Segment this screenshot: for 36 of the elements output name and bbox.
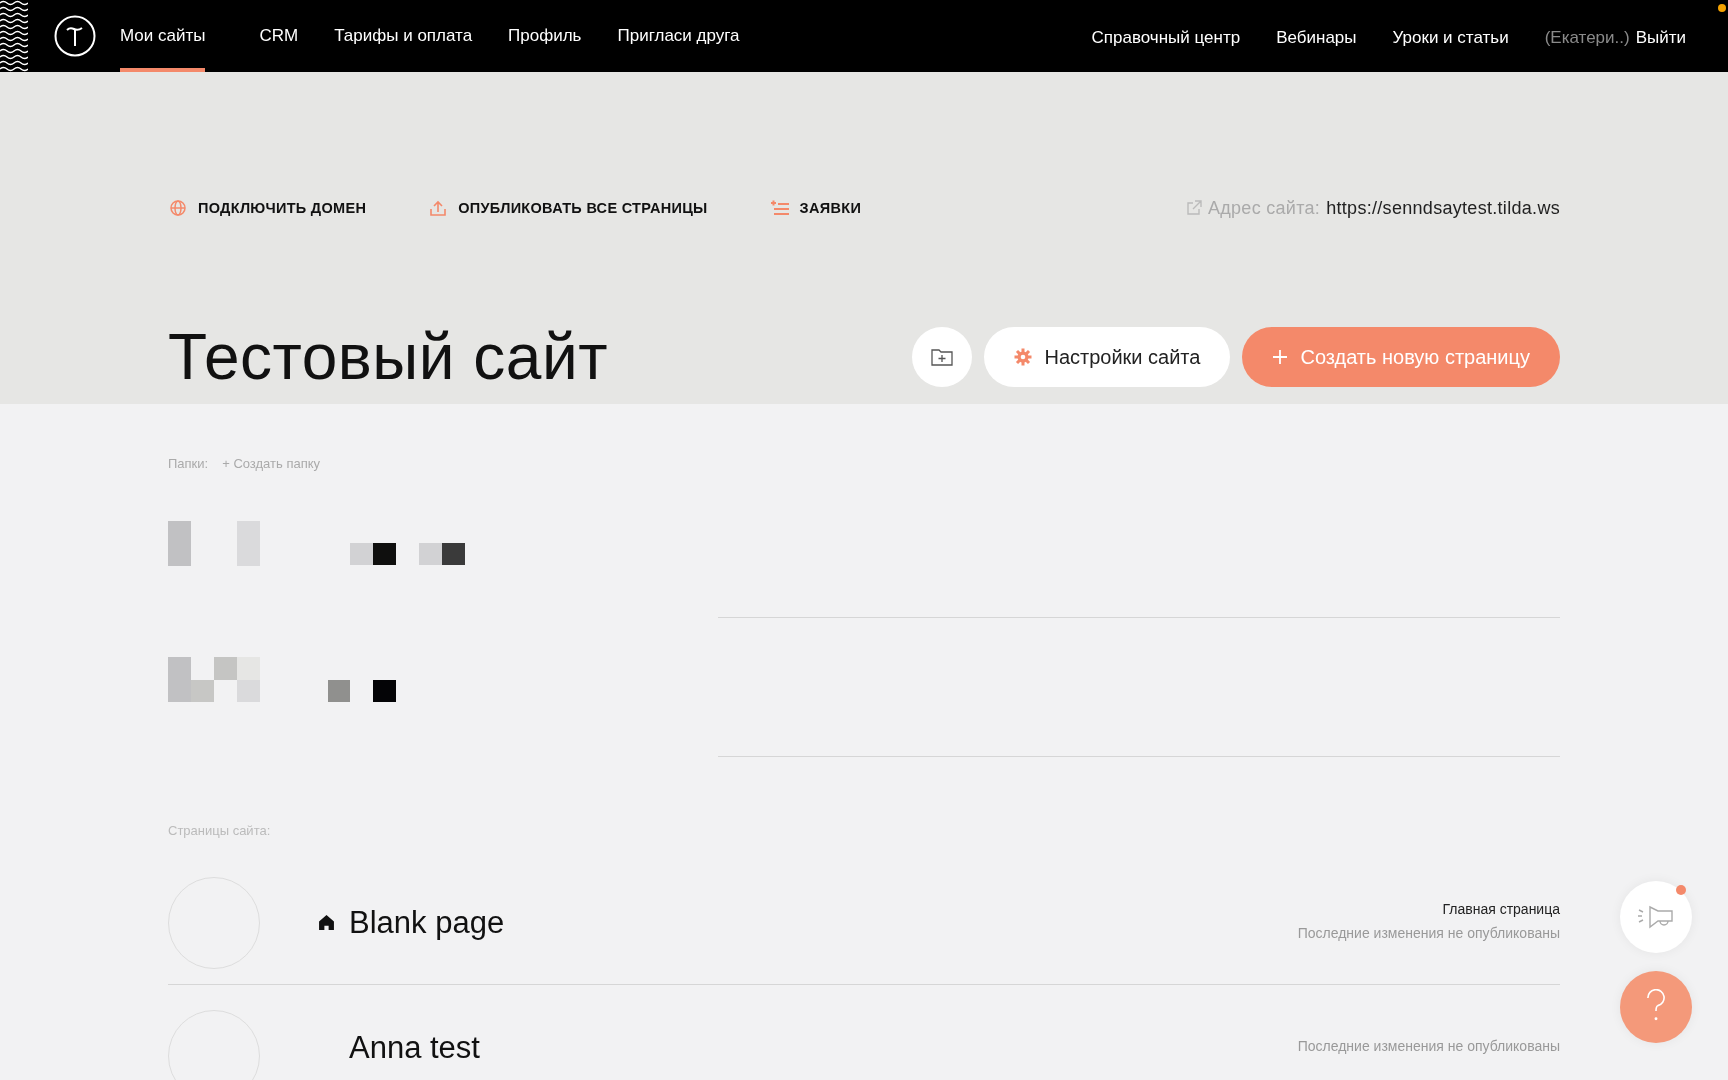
logout-link[interactable]: Выйти [1635, 28, 1686, 48]
folders-label: Папки: [168, 456, 209, 472]
nav-tab[interactable]: CRM [241, 0, 317, 72]
toolbar-link[interactable]: ЗАЯВКИ [769, 199, 862, 217]
page-title-link[interactable]: Blank page [318, 904, 505, 941]
site-address-link[interactable]: https://senndsaytest.tilda.ws [1326, 197, 1560, 219]
home-icon [318, 914, 335, 931]
plus-icon [1272, 349, 1289, 365]
publish-note: Последние изменения не опубликованы [1297, 924, 1560, 941]
upload-icon [428, 199, 449, 217]
pixelated-folder-drawing[interactable] [168, 521, 468, 566]
publish-note: Последние изменения не опубликованы [1297, 1038, 1560, 1054]
site-settings-button[interactable]: Настройки сайта [984, 327, 1231, 387]
toolbar-link[interactable]: ОПУБЛИКОВАТЬ ВСЕ СТРАНИЦЫ [428, 199, 708, 217]
page-title-link[interactable]: Anna test [349, 1030, 480, 1066]
list-plus-icon [769, 199, 790, 217]
wave-pattern-icon [0, 0, 28, 72]
folder-plus-icon [931, 348, 954, 366]
pages-label: Страницы сайта: [168, 823, 272, 839]
page-status: Главная страница [1441, 900, 1560, 917]
external-link-icon [1185, 200, 1202, 216]
user-name: (Екатери..) [1544, 28, 1630, 48]
settings-icon [1014, 348, 1033, 366]
nav-link[interactable]: Вебинары [1276, 28, 1357, 48]
site-title: Тестовый сайт [168, 320, 608, 394]
logo-icon[interactable] [54, 15, 96, 57]
nav-tab[interactable]: Тарифы и оплата [316, 0, 491, 72]
nav-tab[interactable]: Пригласи друга [599, 0, 758, 72]
nav-link[interactable]: Уроки и статьи [1392, 28, 1509, 48]
address-label: Адрес сайта: [1207, 197, 1321, 219]
globe-icon [168, 199, 188, 217]
nav-tab[interactable]: Профиль [490, 0, 600, 72]
nav-link[interactable]: Справочный центр [1091, 28, 1241, 48]
toolbar-link[interactable]: ПОДКЛЮЧИТЬ ДОМЕН [168, 199, 367, 217]
notification-dot [1676, 885, 1686, 895]
notification-dot [1718, 4, 1726, 12]
